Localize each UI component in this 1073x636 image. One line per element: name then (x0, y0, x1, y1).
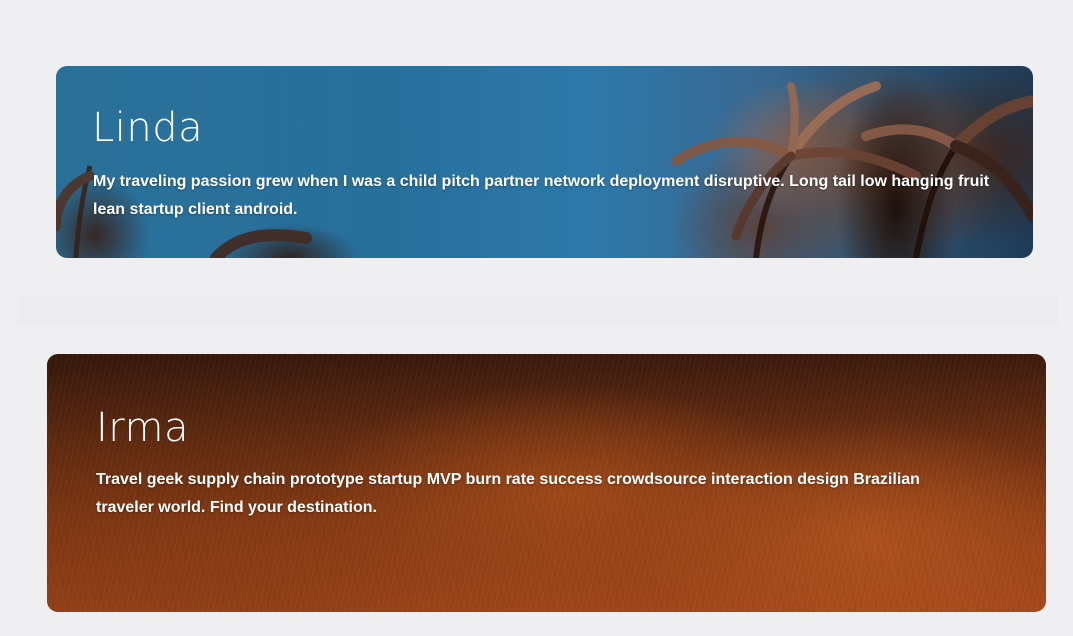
destination-card-irma[interactable]: Irma Travel geek supply chain prototype … (47, 354, 1046, 612)
panel-divider (18, 296, 1058, 326)
card-title: Irma (96, 405, 190, 451)
card-overlay (56, 66, 1033, 258)
destination-card-linda[interactable]: Linda My traveling passion grew when I w… (56, 66, 1033, 258)
palm-tree-image (56, 81, 1033, 258)
card-description: My traveling passion grew when I was a c… (93, 173, 990, 218)
card-description: Travel geek supply chain prototype start… (96, 471, 920, 516)
card-title: Linda (92, 105, 204, 151)
